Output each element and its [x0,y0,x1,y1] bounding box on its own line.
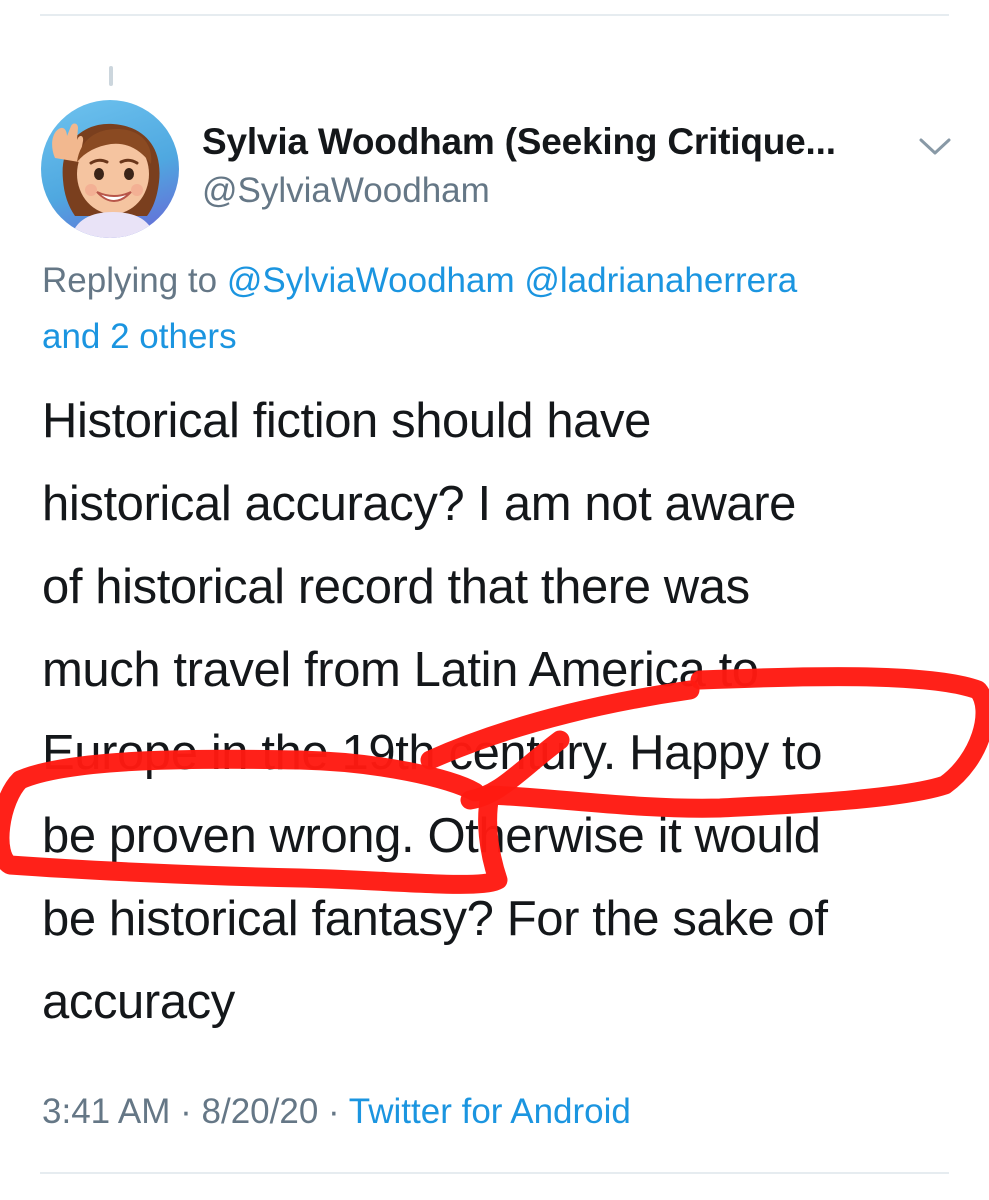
memoji-avatar-icon[interactable] [41,100,179,238]
author-handle[interactable]: @SylviaWoodham [202,171,490,211]
tweet-text-line: historical accuracy? I am not aware [42,477,796,531]
meta-separator: · [170,1092,202,1131]
chevron-down-icon[interactable] [915,132,955,160]
tweet-text-line: Europe in the 19th century. Happy to [42,726,823,780]
top-divider [40,14,949,16]
tweet-text: Historical fiction should have historica… [42,380,942,1044]
author-display-name[interactable]: Sylvia Woodham (Seeking Critique... [202,121,836,163]
tweet-text-line: Historical fiction should have [42,394,651,448]
replying-to-label: Replying to [42,261,218,300]
bottom-divider [40,1172,949,1174]
tweet-text-line: be proven wrong. Otherwise it would [42,809,821,863]
tweet-text-line: be historical fantasy? For the sake of [42,892,828,946]
tweet-source-link[interactable]: Twitter for Android [349,1092,631,1131]
tweet-date: 8/20/20 [201,1092,319,1131]
reply-context: Replying to @SylviaWoodham @ladrianaherr… [42,253,942,365]
tweet-time: 3:41 AM [42,1092,171,1131]
tweet-text-line: much travel from Latin America to [42,643,759,697]
mention-link-ladrianaherrera[interactable]: @ladrianaherrera [524,261,797,300]
tweet-text-line: accuracy [42,975,235,1029]
reply-others-link[interactable]: and 2 others [42,317,237,356]
thread-connector-line [109,66,113,86]
mention-link-sylviawoodham[interactable]: @SylviaWoodham [227,261,515,300]
meta-separator: · [318,1092,349,1131]
tweet-text-line: of historical record that there was [42,560,750,614]
tweet-metadata: 3:41 AM · 8/20/20 · Twitter for Android [42,1092,631,1132]
